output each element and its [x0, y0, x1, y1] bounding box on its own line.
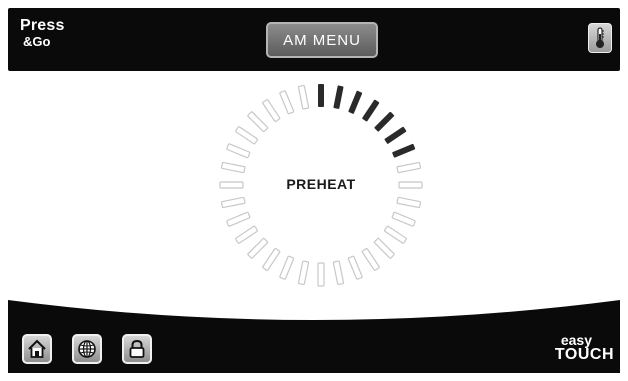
- progress-segment-empty: [391, 211, 416, 227]
- home-button[interactable]: [22, 334, 52, 364]
- progress-segment-empty: [297, 260, 310, 286]
- globe-icon: [78, 340, 96, 358]
- progress-segment-empty: [373, 237, 395, 259]
- top-bar: Press &Go AM MENU: [8, 8, 620, 71]
- progress-segment-filled: [392, 143, 416, 158]
- progress-segment-empty: [297, 84, 310, 110]
- temperature-button[interactable]: [588, 23, 612, 53]
- progress-segment-empty: [220, 161, 246, 174]
- thermometer-icon: [596, 27, 604, 48]
- lock-icon: [129, 339, 145, 358]
- progress-segment-empty: [347, 255, 363, 280]
- progress-segment-empty: [235, 225, 259, 244]
- status-label: PREHEAT: [286, 176, 356, 192]
- progress-segment-empty: [226, 143, 251, 159]
- progress-segment-empty: [262, 99, 281, 123]
- progress-segment-empty: [226, 211, 251, 227]
- oven-screen: Press &Go AM MENU PREHEAT easy TOUCH: [0, 0, 628, 381]
- home-icon: [28, 339, 46, 358]
- progress-segment-empty: [317, 262, 325, 287]
- progress-segment-filled: [384, 126, 407, 144]
- lock-button[interactable]: [122, 334, 152, 364]
- progress-segment-empty: [361, 247, 380, 271]
- progress-segment-filled: [348, 90, 363, 114]
- progress-segment-filled: [374, 111, 395, 132]
- easytouch-logo-line2: TOUCH: [554, 346, 614, 363]
- progress-segment-empty: [247, 237, 269, 259]
- progress-segment-empty: [279, 90, 295, 115]
- bottom-bar: easy TOUCH: [0, 290, 628, 381]
- progress-segment-filled: [318, 84, 324, 107]
- brand-logo: Press &Go: [20, 17, 65, 49]
- progress-segment-empty: [396, 161, 422, 174]
- progress-segment-empty: [279, 255, 295, 280]
- progress-segment-empty: [332, 260, 345, 286]
- progress-segment-empty: [247, 111, 269, 133]
- progress-segment-empty: [396, 196, 422, 209]
- progress-segment-empty: [262, 247, 281, 271]
- easytouch-logo-line1: easy: [560, 332, 592, 348]
- progress-segment-empty: [220, 196, 246, 209]
- menu-button-label: AM MENU: [283, 31, 361, 49]
- progress-segment-empty: [383, 225, 407, 244]
- progress-segment-filled: [333, 85, 344, 109]
- progress-segment-empty: [235, 126, 259, 145]
- menu-button[interactable]: AM MENU: [266, 22, 378, 58]
- brand-logo-line2: &Go: [23, 34, 51, 49]
- language-button[interactable]: [72, 334, 102, 364]
- brand-logo-line1: Press: [20, 17, 65, 34]
- progress-segment-filled: [362, 99, 380, 122]
- easytouch-logo: easy TOUCH: [555, 333, 614, 363]
